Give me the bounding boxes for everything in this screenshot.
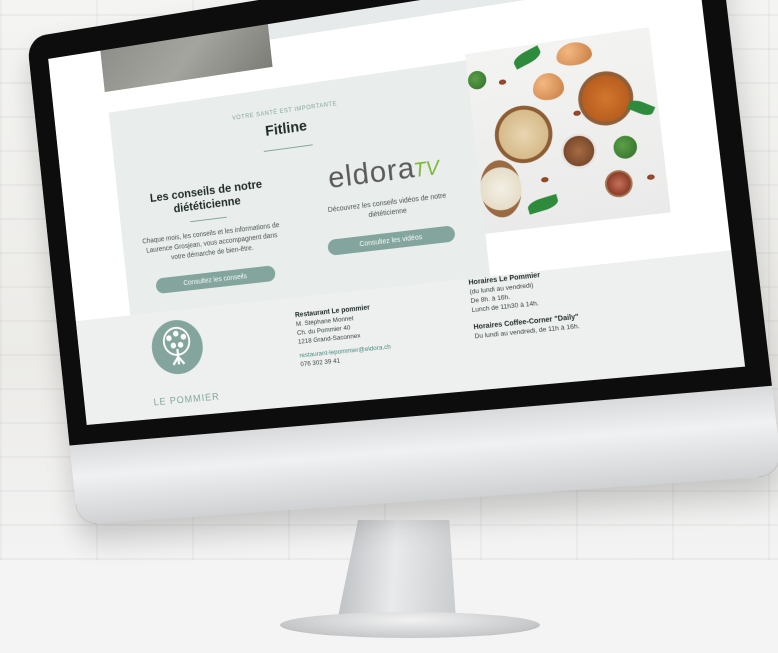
consult-advice-button[interactable]: Consultez les conseils	[155, 265, 277, 295]
website-screen: VOTRE SANTÉ EST IMPORTANTE Fitline Les c…	[48, 0, 746, 425]
healthy-food-photo	[465, 27, 671, 234]
previous-section-band	[267, 0, 628, 40]
consult-videos-button[interactable]: Consultez les vidéos	[327, 225, 456, 256]
bean-shape	[573, 110, 582, 117]
footer-brand: LE POMMIER	[153, 391, 221, 409]
title-divider	[263, 144, 313, 152]
eldora-tv-column: eldora TV Découvrez les conseils vidéos …	[300, 144, 476, 258]
fitline-section: VOTRE SANTÉ EST IMPORTANTE Fitline Les c…	[108, 60, 491, 316]
le-pommier-logo	[149, 317, 206, 377]
almond-bowl	[559, 131, 599, 171]
footer-address: Restaurant Le pommier M. Stéphane Monnet…	[295, 296, 447, 369]
spinach-leaf	[526, 193, 560, 215]
broccoli-shape	[612, 134, 639, 161]
monitor: VOTRE SANTÉ EST IMPORTANTE Fitline Les c…	[0, 0, 778, 653]
bean-spoon	[603, 168, 635, 199]
egg-shape	[554, 39, 593, 68]
column-divider	[190, 216, 227, 223]
bean-shape	[540, 176, 549, 183]
spinach-leaf	[511, 45, 543, 70]
dietitian-advice-text: Chaque mois, les conseils et les informa…	[142, 222, 280, 262]
dietitian-advice-title: Les conseils de notre diététicienne	[149, 176, 263, 216]
footer-hours: Horaires Le Pommier (du lundi au vendred…	[468, 260, 651, 342]
spinach-leaf	[627, 97, 656, 118]
broccoli-shape	[467, 69, 488, 91]
egg-shape	[531, 71, 566, 102]
tv-logo-suffix: TV	[412, 156, 441, 183]
lentil-bowl	[575, 67, 637, 129]
tree-icon	[149, 318, 205, 377]
dietitian-advice-column: Les conseils de notre diététicienne Chaq…	[128, 168, 295, 296]
grain-bowl	[477, 157, 525, 220]
bean-shape	[498, 79, 507, 86]
previous-section-image	[100, 24, 273, 93]
cashew-bowl	[491, 102, 556, 167]
bean-shape	[646, 174, 655, 181]
eldora-logo-text: eldora	[326, 151, 417, 195]
monitor-bezel: VOTRE SANTÉ EST IMPORTANTE Fitline Les c…	[26, 0, 778, 525]
